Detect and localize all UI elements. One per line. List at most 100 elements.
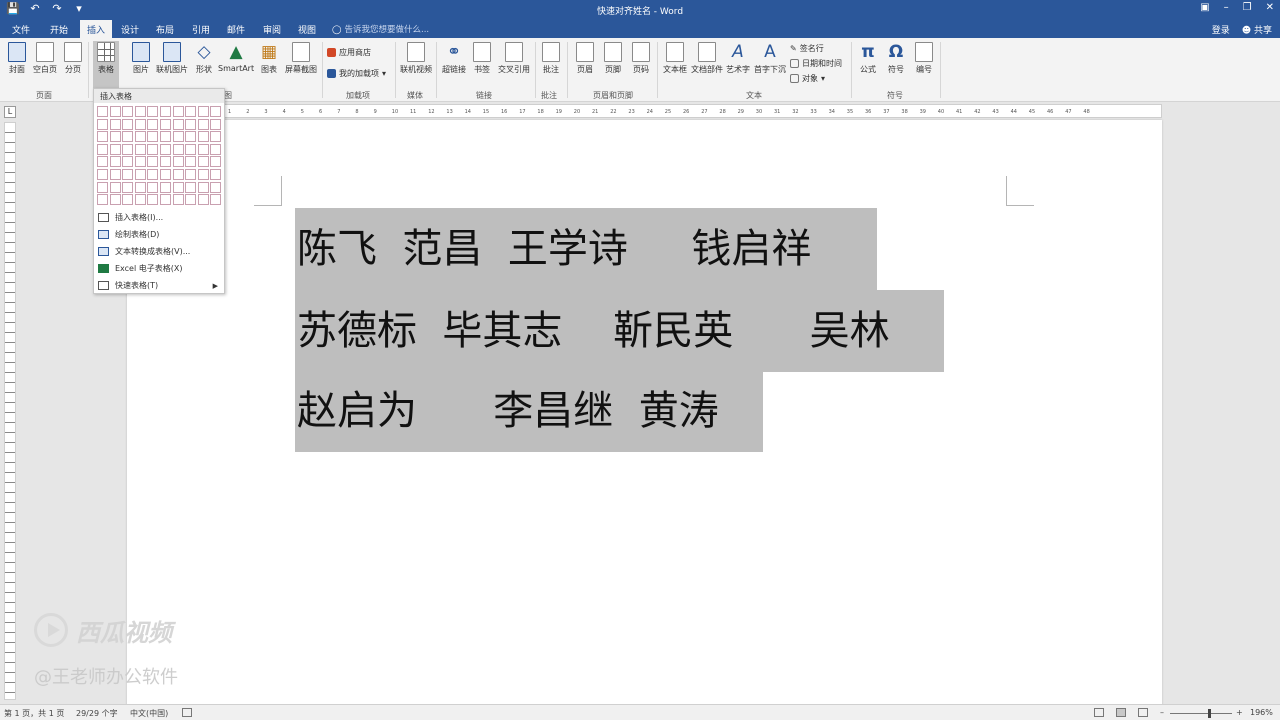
menu-text-to-table[interactable]: 文本转换成表格(V)...: [94, 243, 224, 260]
table-grid-cell[interactable]: [147, 181, 159, 193]
header-button[interactable]: 页眉: [574, 42, 596, 75]
menu-excel-spreadsheet[interactable]: Excel 电子表格(X): [94, 260, 224, 277]
tab-selector[interactable]: L: [4, 106, 16, 118]
wordart-button[interactable]: A 艺术字: [724, 42, 752, 75]
table-grid-cell[interactable]: [185, 118, 197, 130]
table-grid-cell[interactable]: [185, 194, 197, 206]
table-grid-cell[interactable]: [172, 106, 184, 117]
table-grid-cell[interactable]: [197, 143, 209, 155]
zoom-out-icon[interactable]: –: [1160, 708, 1164, 717]
table-grid-cell[interactable]: [122, 118, 134, 130]
word-count[interactable]: 29/29 个字: [76, 708, 118, 719]
table-grid-cell[interactable]: [97, 181, 108, 193]
footer-button[interactable]: 页脚: [602, 42, 624, 75]
table-grid-cell[interactable]: [172, 118, 184, 130]
table-grid-cell[interactable]: [185, 168, 197, 180]
table-grid-cell[interactable]: [122, 168, 134, 180]
tab-mailings[interactable]: 邮件: [223, 23, 249, 36]
table-grid-cell[interactable]: [134, 168, 146, 180]
table-grid-cell[interactable]: [97, 168, 108, 180]
bookmark-button[interactable]: 书签: [471, 42, 493, 75]
tab-file[interactable]: 文件: [8, 23, 34, 36]
text-box-button[interactable]: 文本框: [662, 42, 688, 75]
table-grid-cell[interactable]: [147, 131, 159, 143]
table-grid-cell[interactable]: [97, 106, 108, 117]
table-grid-cell[interactable]: [97, 118, 108, 130]
table-grid-cell[interactable]: [134, 194, 146, 206]
chart-button[interactable]: ▦ 图表: [258, 42, 280, 75]
table-grid-cell[interactable]: [172, 181, 184, 193]
horizontal-ruler[interactable]: 1 2 3 4 5 6 7 8 9 10 11 12 13 14 15 16 17 18 19 20 21 22 23 24 2…: [127, 104, 1162, 118]
table-grid-cell[interactable]: [210, 143, 222, 155]
document-line-1[interactable]: 陈飞 范昌 王学诗 钱启祥: [295, 208, 877, 290]
table-grid-cell[interactable]: [159, 118, 171, 130]
tab-home[interactable]: 开始: [46, 23, 72, 36]
table-grid-cell[interactable]: [210, 194, 222, 206]
table-grid-cell[interactable]: [210, 118, 222, 130]
table-grid-cell[interactable]: [159, 194, 171, 206]
table-grid-cell[interactable]: [197, 131, 209, 143]
close-icon[interactable]: ✕: [1266, 2, 1274, 13]
table-grid-cell[interactable]: [172, 143, 184, 155]
table-grid-cell[interactable]: [109, 118, 121, 130]
my-addins-button[interactable]: 我的加载项 ▾: [327, 68, 386, 79]
menu-quick-tables[interactable]: 快速表格(T) ▶: [94, 277, 224, 294]
equation-button[interactable]: π 公式: [856, 42, 880, 75]
table-grid-cell[interactable]: [197, 168, 209, 180]
object-button[interactable]: 对象 ▾: [790, 73, 825, 84]
table-grid-cell[interactable]: [147, 194, 159, 206]
page-number-button[interactable]: 页码: [630, 42, 652, 75]
table-grid-cell[interactable]: [197, 194, 209, 206]
table-grid-cell[interactable]: [109, 168, 121, 180]
table-grid-cell[interactable]: [109, 181, 121, 193]
table-grid-cell[interactable]: [197, 118, 209, 130]
table-grid-cell[interactable]: [122, 156, 134, 168]
table-button[interactable]: 表格: [93, 41, 119, 91]
table-grid-cell[interactable]: [172, 156, 184, 168]
number-button[interactable]: 编号: [912, 42, 936, 75]
table-grid-cell[interactable]: [147, 118, 159, 130]
table-grid-cell[interactable]: [210, 131, 222, 143]
table-grid-cell[interactable]: [134, 118, 146, 130]
table-grid-cell[interactable]: [109, 131, 121, 143]
drop-cap-button[interactable]: A 首字下沉: [752, 42, 788, 75]
comment-button[interactable]: 批注: [539, 42, 563, 75]
tell-me-box[interactable]: ◯ 告诉我您想要做什么...: [332, 23, 429, 35]
table-grid-cell[interactable]: [197, 181, 209, 193]
tab-view[interactable]: 视图: [294, 23, 320, 36]
page-count[interactable]: 第 1 页，共 1 页: [4, 708, 64, 719]
cover-page-button[interactable]: 封面: [6, 42, 28, 75]
document-line-3[interactable]: 赵启为 李昌继 黄涛: [295, 370, 763, 452]
table-size-grid[interactable]: [97, 106, 222, 206]
table-grid-cell[interactable]: [122, 181, 134, 193]
table-grid-cell[interactable]: [109, 106, 121, 117]
table-grid-cell[interactable]: [109, 156, 121, 168]
table-grid-cell[interactable]: [210, 181, 222, 193]
smartart-button[interactable]: ▲ SmartArt: [218, 42, 254, 73]
table-grid-cell[interactable]: [185, 131, 197, 143]
document-line-2[interactable]: 苏德标 毕其志 靳民英 吴林: [295, 290, 944, 372]
table-grid-cell[interactable]: [197, 106, 209, 117]
tab-layout[interactable]: 布局: [152, 23, 178, 36]
cross-reference-button[interactable]: 交叉引用: [496, 42, 532, 75]
table-grid-cell[interactable]: [185, 106, 197, 117]
tab-design[interactable]: 设计: [117, 23, 143, 36]
table-grid-cell[interactable]: [134, 106, 146, 117]
table-grid-cell[interactable]: [172, 131, 184, 143]
table-grid-cell[interactable]: [159, 143, 171, 155]
table-grid-cell[interactable]: [122, 131, 134, 143]
table-grid-cell[interactable]: [109, 194, 121, 206]
blank-page-button[interactable]: 空白页: [32, 42, 58, 75]
screenshot-button[interactable]: 屏幕截图: [283, 42, 319, 75]
date-time-button[interactable]: 日期和时间: [790, 58, 842, 69]
ribbon-options-icon[interactable]: ▣: [1200, 2, 1209, 13]
table-grid-cell[interactable]: [122, 194, 134, 206]
menu-insert-table[interactable]: 插入表格(I)...: [94, 209, 224, 226]
menu-draw-table[interactable]: 绘制表格(D): [94, 226, 224, 243]
tab-insert[interactable]: 插入: [80, 20, 113, 38]
store-button[interactable]: 应用商店: [327, 47, 371, 58]
table-grid-cell[interactable]: [134, 143, 146, 155]
table-grid-cell[interactable]: [210, 106, 222, 117]
symbol-button[interactable]: Ω 符号: [884, 42, 908, 75]
macro-record-icon[interactable]: [182, 708, 192, 717]
